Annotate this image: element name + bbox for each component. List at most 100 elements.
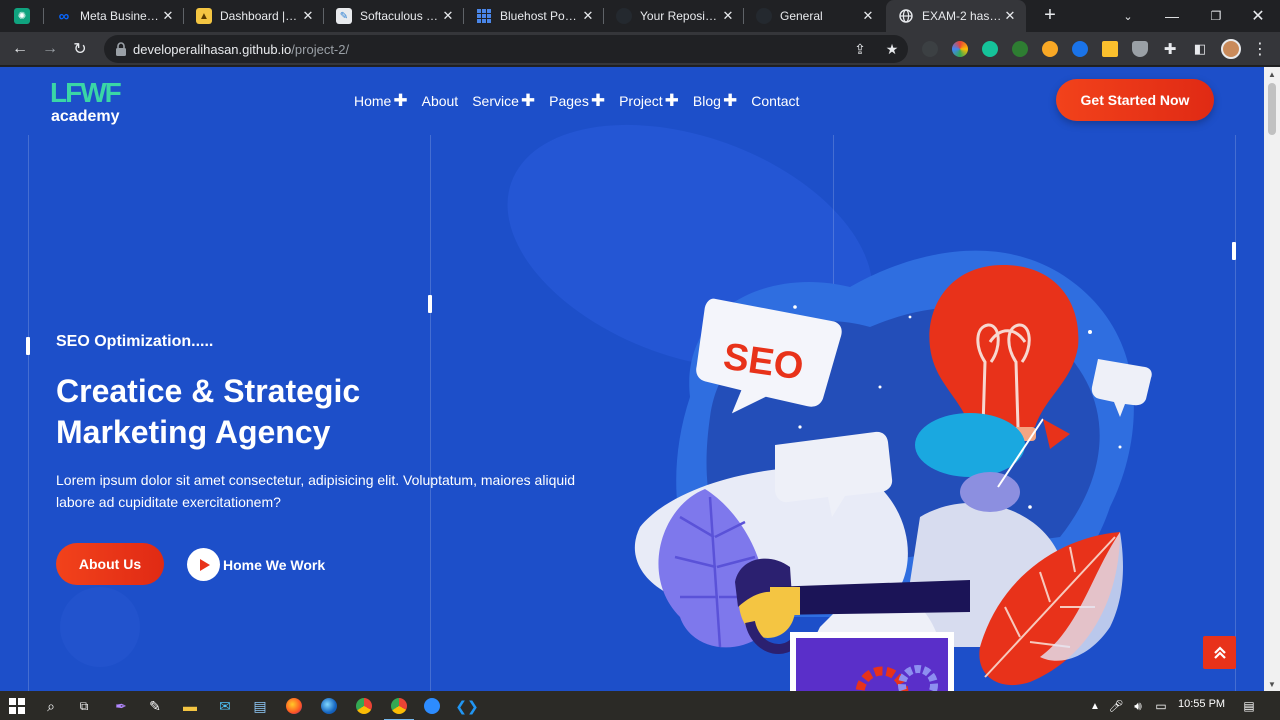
headline-line: Marketing Agency <box>56 414 331 450</box>
tray-overflow-icon[interactable]: ▲ <box>1086 697 1104 715</box>
nav-item-home[interactable]: Home ✚ <box>354 91 408 110</box>
file-explorer-icon[interactable]: ▬ <box>180 696 200 716</box>
page-scrollbar[interactable]: ▲ ▼ <box>1264 67 1280 691</box>
notepad-icon[interactable]: ▤ <box>250 696 270 716</box>
avatar[interactable] <box>1221 39 1241 59</box>
close-icon[interactable]: ✕ <box>720 8 736 24</box>
double-chevron-up-icon <box>1213 645 1226 659</box>
more-menu-icon[interactable]: ⋮ <box>1248 37 1272 61</box>
mail-icon[interactable]: ✉ <box>215 696 235 716</box>
scroll-down-arrow-icon[interactable]: ▼ <box>1264 677 1280 691</box>
search-icon[interactable]: ⌕ <box>41 696 61 716</box>
close-icon[interactable]: ✕ <box>1002 8 1018 24</box>
puzzle-extensions-icon[interactable]: ✚ <box>1158 37 1182 61</box>
share-icon[interactable]: ⇪ <box>852 41 868 57</box>
windows-start-icon[interactable] <box>7 696 27 716</box>
how-we-work-button[interactable]: Home We Work <box>187 548 325 581</box>
reload-icon[interactable]: ↻ <box>68 37 92 61</box>
plus-icon: ✚ <box>520 91 536 110</box>
headline-line: Creatice & Strategic <box>56 373 361 409</box>
grid-line-marker <box>428 295 432 313</box>
get-started-button[interactable]: Get Started Now <box>1056 79 1214 121</box>
about-us-button[interactable]: About Us <box>56 543 164 585</box>
bluehost-icon <box>476 8 492 24</box>
nav-item-blog[interactable]: Blog ✚ <box>692 92 737 109</box>
chrome-active-icon[interactable] <box>384 696 414 720</box>
close-icon[interactable]: ✕ <box>440 8 456 24</box>
extension-icon[interactable] <box>1072 41 1088 57</box>
extension-icon[interactable] <box>1042 41 1058 57</box>
nav-item-contact[interactable]: Contact <box>751 93 799 109</box>
window-close-icon[interactable]: ✕ <box>1236 0 1280 32</box>
nav-item-project[interactable]: Project ✚ <box>619 92 679 109</box>
tab-repositories[interactable]: Your Repositories ✕ <box>604 0 744 32</box>
network-icon[interactable]: ▭ <box>1152 697 1170 715</box>
hero-eyebrow: SEO Optimization..... <box>56 333 214 350</box>
nav-item-service[interactable]: Service ✚ <box>472 91 536 110</box>
chatgpt-icon: ✺ <box>14 8 30 24</box>
tab-title: General <box>780 9 823 23</box>
tab-title: Dashboard | Hostinger <box>220 9 300 23</box>
tab-search-icon[interactable]: ⌄ <box>1106 0 1150 32</box>
nav-label: Blog <box>692 93 721 109</box>
tab-title: Meta Business Suite <box>80 9 160 23</box>
new-tab-button[interactable]: + <box>1038 4 1062 28</box>
tab-bluehost[interactable]: Bluehost Portal ✕ <box>464 0 604 32</box>
scroll-up-arrow-icon[interactable]: ▲ <box>1264 67 1280 81</box>
task-view-icon[interactable]: ⧉ <box>74 696 94 716</box>
lock-icon <box>116 42 126 56</box>
globe-icon <box>898 8 914 24</box>
extension-icon[interactable] <box>1102 41 1118 57</box>
tab-softaculous[interactable]: ✎ Softaculous - Softaculous ✕ <box>324 0 464 32</box>
url-host: developeralihasan.github.io <box>133 42 292 57</box>
main-navigation: Home ✚ About Service ✚ Pages ✚ Project ✚ Blo… <box>354 91 813 111</box>
nav-label: Service <box>472 93 519 109</box>
tab-general[interactable]: General ✕ <box>744 0 884 32</box>
tab-chatgpt[interactable]: ✺ <box>0 0 44 32</box>
bookmark-star-icon[interactable]: ★ <box>884 41 900 57</box>
microphone-icon[interactable]: 🎤︎ <box>1107 697 1125 715</box>
tab-meta-business[interactable]: ∞ Meta Business Suite ✕ <box>44 0 184 32</box>
notification-icon[interactable]: ▤ <box>1240 697 1258 715</box>
scroll-to-top-button[interactable] <box>1203 636 1236 669</box>
tab-title: Softaculous - Softaculous <box>360 9 440 23</box>
extension-icon[interactable] <box>1012 41 1028 57</box>
tab-hostinger[interactable]: ▲ Dashboard | Hostinger ✕ <box>184 0 324 32</box>
side-panel-icon[interactable]: ◧ <box>1188 37 1212 61</box>
close-icon[interactable]: ✕ <box>160 8 176 24</box>
vscode-icon[interactable]: ❮❯ <box>455 696 478 716</box>
site-logo[interactable]: LFWF academy <box>50 75 130 127</box>
pen-tool-icon[interactable]: ✎ <box>145 696 165 716</box>
grammarly-icon[interactable] <box>982 41 998 57</box>
extension-icon[interactable] <box>922 41 938 57</box>
address-bar[interactable]: developeralihasan.github.io/project-2/ ⇪… <box>104 35 908 63</box>
github-icon <box>616 8 632 24</box>
nav-item-pages[interactable]: Pages ✚ <box>549 92 605 109</box>
volume-icon[interactable]: 🔊︎ <box>1129 697 1147 715</box>
close-icon[interactable]: ✕ <box>300 8 316 24</box>
extension-icon[interactable] <box>952 41 968 57</box>
firefox-icon[interactable] <box>284 696 304 716</box>
grid-line-marker <box>26 337 30 355</box>
taskbar-clock[interactable]: 10:55 PM <box>1178 698 1225 710</box>
close-icon[interactable]: ✕ <box>580 8 596 24</box>
firefox-developer-icon[interactable] <box>319 696 339 716</box>
shield-icon[interactable] <box>1132 41 1148 57</box>
plus-icon: ✚ <box>393 91 408 110</box>
forward-arrow-icon[interactable]: → <box>38 37 62 61</box>
scrollbar-thumb[interactable] <box>1268 83 1276 135</box>
feather-app-icon[interactable]: ✒ <box>111 696 131 716</box>
softaculous-icon: ✎ <box>336 8 352 24</box>
grid-line <box>28 135 29 691</box>
minimize-icon[interactable]: — <box>1150 0 1194 32</box>
restore-icon[interactable]: ❐ <box>1194 0 1238 32</box>
nav-item-about[interactable]: About <box>422 93 459 109</box>
background-shape <box>60 587 140 667</box>
webpage: LFWF academy Home ✚ About Service ✚ Pages ✚… <box>0 67 1264 691</box>
zoom-icon[interactable] <box>422 696 442 716</box>
tab-exam-active[interactable]: EXAM-2 hasan ✕ <box>886 0 1026 32</box>
seo-marketing-illustration: SEO <box>634 250 1152 691</box>
chrome-icon[interactable] <box>354 696 374 716</box>
back-arrow-icon[interactable]: ← <box>8 37 32 61</box>
close-icon[interactable]: ✕ <box>860 8 876 24</box>
